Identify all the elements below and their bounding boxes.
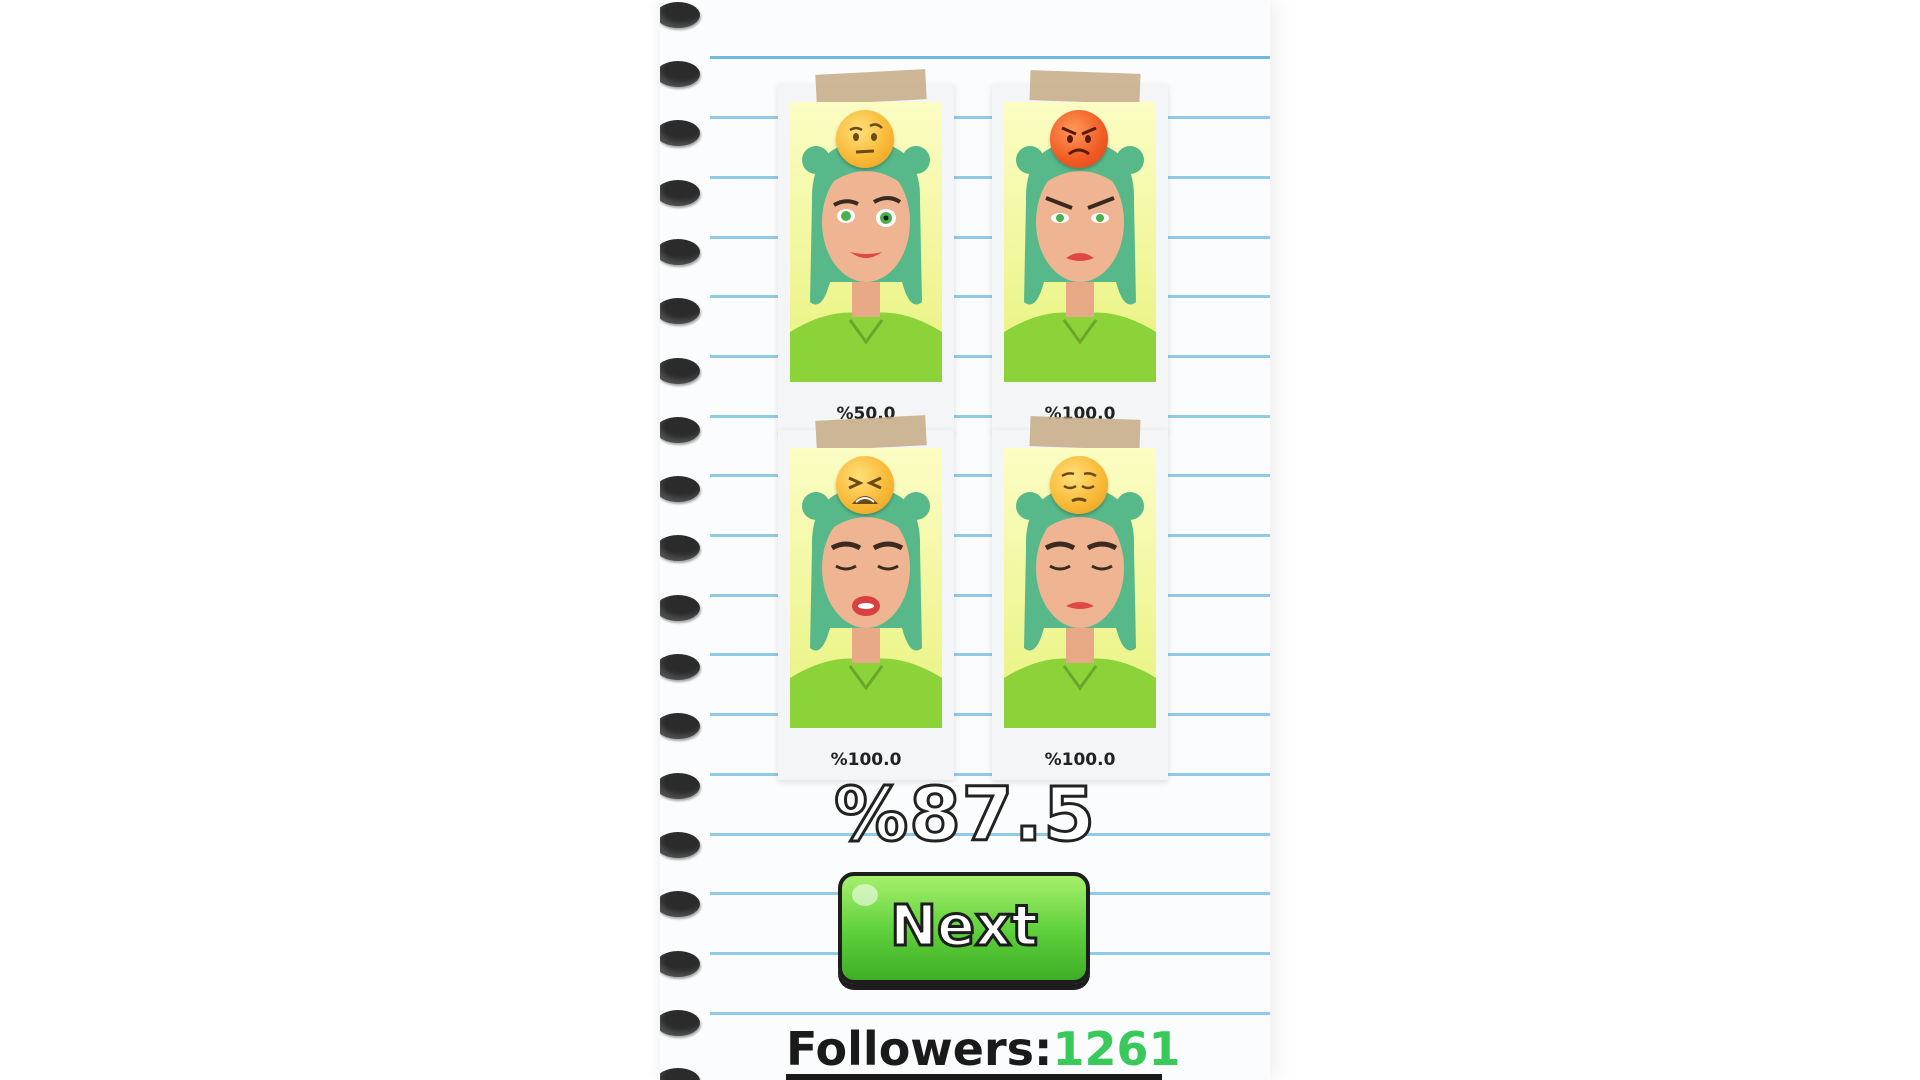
binding-ring: [660, 120, 700, 146]
photo-card: %50.0: [778, 69, 954, 434]
binding-ring: [660, 2, 700, 28]
character-portrait: [790, 448, 942, 728]
pensive-face-emoji: [1050, 456, 1108, 514]
character-portrait: [1004, 102, 1156, 382]
character-portrait: [790, 102, 942, 382]
binding-ring: [660, 476, 700, 502]
angry-face-emoji: [1050, 110, 1108, 168]
binding-ring: [660, 358, 700, 384]
binding-ring: [660, 654, 700, 680]
tape: [815, 69, 927, 105]
total-score: %87.5: [833, 771, 1097, 860]
binding-ring: [660, 417, 700, 443]
weary-face-emoji: [836, 456, 894, 514]
card-score: %100.0: [830, 750, 902, 770]
bottom-bar: [786, 1074, 1162, 1080]
followers-value: 1261: [1052, 1022, 1181, 1076]
tape: [1029, 70, 1141, 104]
binding-ring: [660, 1068, 700, 1080]
binding-ring: [660, 951, 700, 977]
binding-ring: [660, 595, 700, 621]
tape: [815, 415, 927, 451]
binding-ring: [660, 61, 700, 87]
followers-label: Followers:: [786, 1022, 1053, 1076]
binding-ring: [660, 891, 700, 917]
binding-ring: [660, 180, 700, 206]
ruled-line: [710, 1012, 1270, 1015]
next-button-label: Next: [889, 893, 1040, 961]
raised-eyebrow-emoji: [836, 110, 894, 168]
binding-ring: [660, 535, 700, 561]
ruled-line: [710, 56, 1270, 59]
photo-card: %100.0: [992, 416, 1168, 780]
photo-card: %100.0: [992, 70, 1168, 434]
character-portrait: [1004, 448, 1156, 728]
binding-ring: [660, 713, 700, 739]
next-button[interactable]: Next: [838, 872, 1090, 984]
binding-ring: [660, 298, 700, 324]
binding-ring: [660, 1010, 700, 1036]
followers-counter: Followers:1261: [786, 1022, 1181, 1076]
tape: [1029, 416, 1141, 450]
binding-ring: [660, 239, 700, 265]
card-score: %100.0: [1044, 750, 1116, 770]
photo-card: %100.0: [778, 415, 954, 780]
